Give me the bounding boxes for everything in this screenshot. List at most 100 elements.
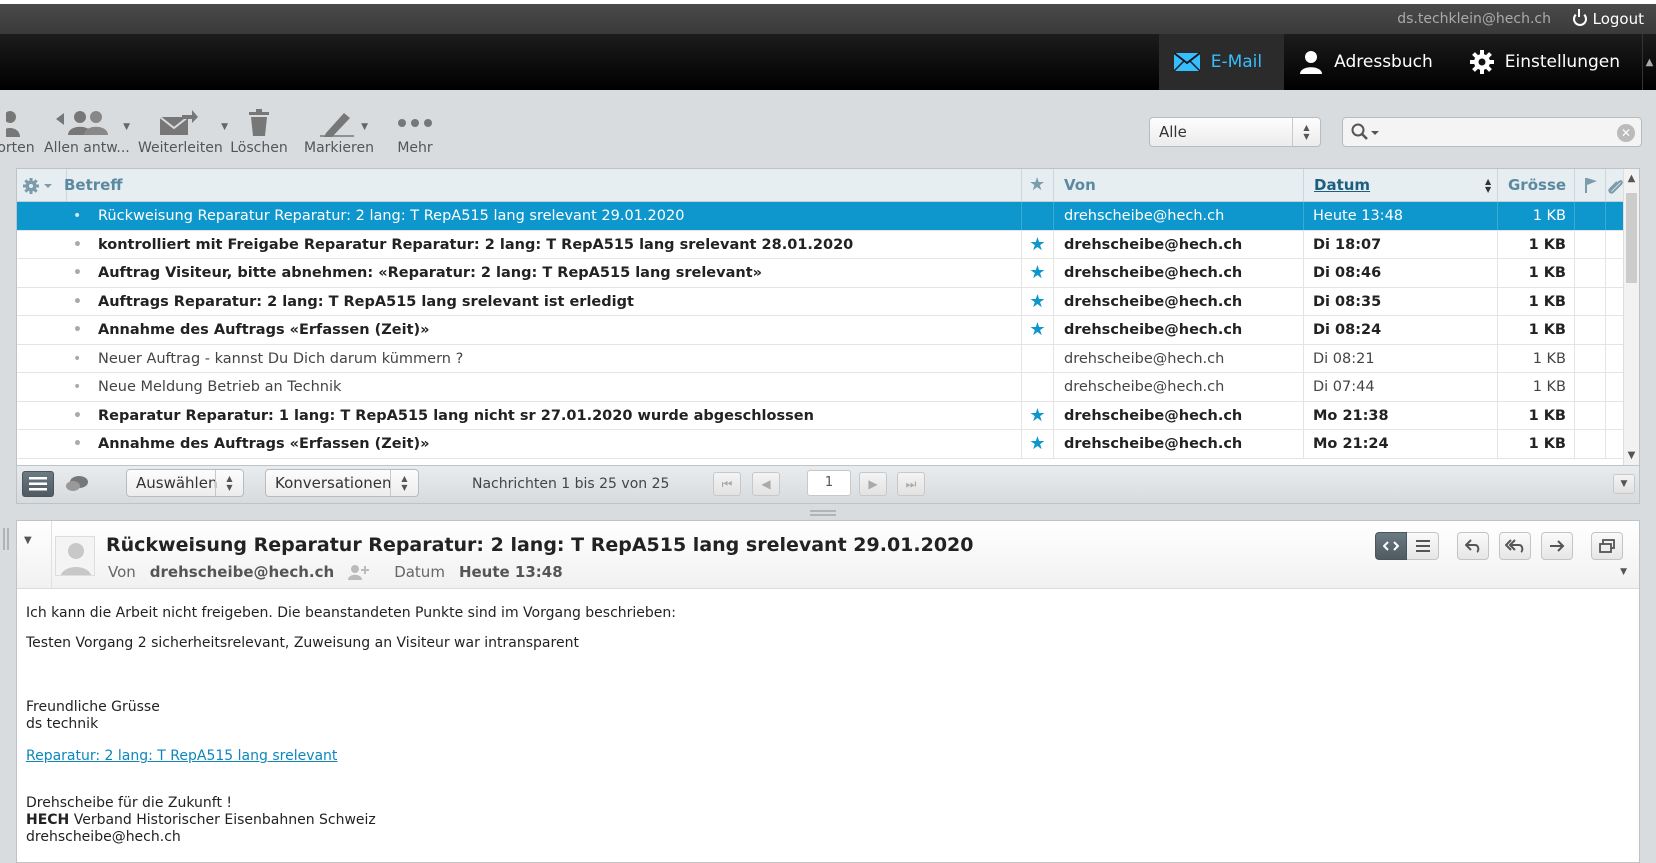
add-contact-icon[interactable] <box>348 564 370 580</box>
select-arrows-icon: ▲ ▼ <box>215 470 243 496</box>
col-from[interactable]: Von <box>1054 169 1304 201</box>
column-divider <box>1021 344 1022 372</box>
row-attachment <box>1606 259 1624 287</box>
column-divider <box>1021 401 1022 429</box>
chevron-down-icon[interactable]: ▼ <box>361 122 368 132</box>
reply-all-button[interactable]: Allen antw... ▼ <box>44 108 130 160</box>
more-icon <box>398 119 432 127</box>
more-headers-icon[interactable]: ▼ <box>1620 567 1627 577</box>
mark-label: Markieren <box>304 140 374 156</box>
star-icon[interactable]: ★ <box>1022 401 1054 429</box>
forward-button-small[interactable] <box>1541 532 1573 560</box>
person-icon <box>1300 51 1323 74</box>
nav-addressbook[interactable]: Adressbuch <box>1284 34 1455 90</box>
nav-scroll-button[interactable]: ▲ <box>1642 34 1656 90</box>
table-row[interactable]: • Annahme des Auftrags «Erfassen (Zeit)» ★… <box>17 430 1624 459</box>
mark-button[interactable]: Markieren ▼ <box>304 108 374 160</box>
col-flag-sort[interactable]: ★ <box>1022 169 1054 201</box>
col-subject[interactable]: Betreff <box>54 169 1022 201</box>
prev-page-button[interactable]: ◀ <box>752 472 780 496</box>
last-page-button[interactable]: ⏭ <box>897 472 925 496</box>
row-flag[interactable] <box>1575 287 1606 315</box>
filter-select[interactable]: Alle ▲ ▼ <box>1149 117 1321 147</box>
star-icon[interactable]: ★ <box>1022 430 1054 458</box>
row-date: Di 08:35 <box>1304 287 1498 315</box>
table-row[interactable]: • Rückweisung Reparatur Reparatur: 2 lang… <box>17 202 1624 231</box>
col-date[interactable]: Datum <box>1304 169 1498 201</box>
star-icon[interactable]: ★ <box>1022 287 1054 315</box>
table-row[interactable]: • Neue Meldung Betrieb an Technik drehsche… <box>17 373 1624 402</box>
pane-splitter[interactable] <box>810 510 836 516</box>
row-flag[interactable] <box>1575 373 1606 401</box>
select-dropdown[interactable]: Auswählen ▲ ▼ <box>126 469 244 497</box>
threads-toggle[interactable] <box>65 474 89 498</box>
from-address[interactable]: drehscheibe@hech.ch <box>150 563 334 581</box>
column-divider <box>1021 430 1022 458</box>
table-row[interactable]: • Reparatur Reparatur: 1 lang: T RepA515 … <box>17 401 1624 430</box>
new-window-icon <box>1599 539 1615 553</box>
row-flag[interactable] <box>1575 202 1606 230</box>
chevron-down-icon[interactable]: ▼ <box>221 122 228 132</box>
star-empty[interactable] <box>1022 373 1054 401</box>
col-size[interactable]: Grösse <box>1498 169 1575 201</box>
row-from: drehscheibe@hech.ch <box>1054 344 1304 372</box>
html-view-button[interactable] <box>1375 532 1407 560</box>
delete-button[interactable]: Löschen <box>230 108 288 160</box>
reply-button-small[interactable] <box>1457 532 1489 560</box>
table-row[interactable]: • Auftrag Visiteur, bitte abnehmen: «Repa… <box>17 259 1624 288</box>
signature: ds technik <box>26 716 99 732</box>
column-divider <box>1021 259 1022 287</box>
forward-icon <box>159 110 198 135</box>
star-icon[interactable]: ★ <box>1022 230 1054 258</box>
forward-button[interactable]: Weiterleiten ▼ <box>138 108 228 160</box>
row-flag[interactable] <box>1575 430 1606 458</box>
search-input[interactable]: ✕ <box>1342 117 1642 147</box>
threads-dropdown[interactable]: Konversationen ▲ ▼ <box>265 469 419 497</box>
scroll-down-icon[interactable]: ▼ <box>1624 450 1639 461</box>
table-row[interactable]: • Auftrags Reparatur: 2 lang: T RepA515 l… <box>17 287 1624 316</box>
list-view-button[interactable] <box>22 471 54 497</box>
left-pane-handle[interactable] <box>3 528 9 550</box>
table-row[interactable]: • Neuer Auftrag - kannst Du Dich darum kü… <box>17 344 1624 373</box>
message-body: Ich kann die Arbeit nicht freigeben. Die… <box>26 605 676 846</box>
star-empty[interactable] <box>1022 202 1054 230</box>
nav-email[interactable]: E-Mail <box>1158 34 1285 90</box>
plain-view-button[interactable] <box>1407 532 1439 560</box>
table-row[interactable]: • kontrolliert mit Freigabe Reparatur Rep… <box>17 230 1624 259</box>
row-flag[interactable] <box>1575 401 1606 429</box>
star-empty[interactable] <box>1022 344 1054 372</box>
search-icon[interactable] <box>1351 123 1381 141</box>
scroll-thumb[interactable] <box>1626 193 1637 283</box>
more-button[interactable]: Mehr <box>392 108 438 160</box>
nav-settings[interactable]: Einstellungen <box>1455 34 1642 90</box>
row-flag[interactable] <box>1575 230 1606 258</box>
table-row[interactable]: • Annahme des Auftrags «Erfassen (Zeit)» ★… <box>17 316 1624 345</box>
chevron-down-icon[interactable]: ▼ <box>123 122 130 132</box>
clear-search-icon[interactable]: ✕ <box>1617 124 1635 142</box>
star-icon[interactable]: ★ <box>1022 316 1054 344</box>
row-subject: Annahme des Auftrags «Erfassen (Zeit)» <box>98 322 430 338</box>
reply-button[interactable]: orten <box>0 108 36 160</box>
page-number-input[interactable]: 1 <box>807 470 851 496</box>
row-flag[interactable] <box>1575 316 1606 344</box>
logout-button[interactable]: Logout <box>1572 9 1644 28</box>
star-icon[interactable]: ★ <box>1022 259 1054 287</box>
col-flag[interactable] <box>1575 169 1606 201</box>
list-scrollbar[interactable]: ▲ ▼ <box>1623 169 1639 465</box>
scroll-up-icon[interactable]: ▲ <box>1624 173 1639 184</box>
first-page-button[interactable]: ⏮ <box>713 472 741 496</box>
nav-settings-label: Einstellungen <box>1504 52 1620 72</box>
reply-all-button-small[interactable] <box>1499 532 1531 560</box>
chat-bubbles-icon <box>66 476 88 491</box>
task-link[interactable]: Reparatur: 2 lang: T RepA515 lang srelev… <box>26 748 337 764</box>
row-flag[interactable] <box>1575 344 1606 372</box>
list-menu-button[interactable]: ▼ <box>1613 474 1635 494</box>
chevron-down-icon: ▼ <box>1620 479 1628 489</box>
collapse-header-icon[interactable]: ▼ <box>24 535 32 546</box>
next-page-button[interactable]: ▶ <box>859 472 887 496</box>
col-attachment[interactable] <box>1606 169 1624 201</box>
row-flag[interactable] <box>1575 259 1606 287</box>
table-row[interactable] <box>17 459 1624 466</box>
main-nav: E-Mail Adressbuch Einstellungen ▲ <box>1158 34 1656 90</box>
open-window-button[interactable] <box>1591 532 1623 560</box>
